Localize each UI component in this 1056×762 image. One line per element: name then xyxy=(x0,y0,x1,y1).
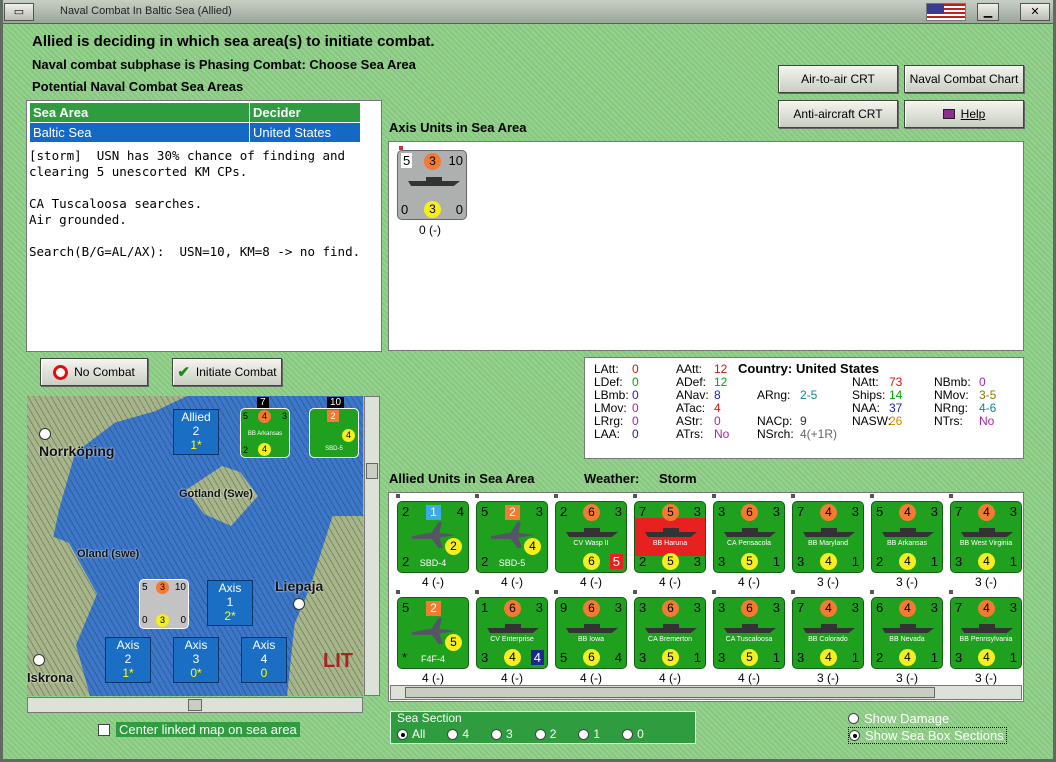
window-frame xyxy=(0,0,1056,762)
